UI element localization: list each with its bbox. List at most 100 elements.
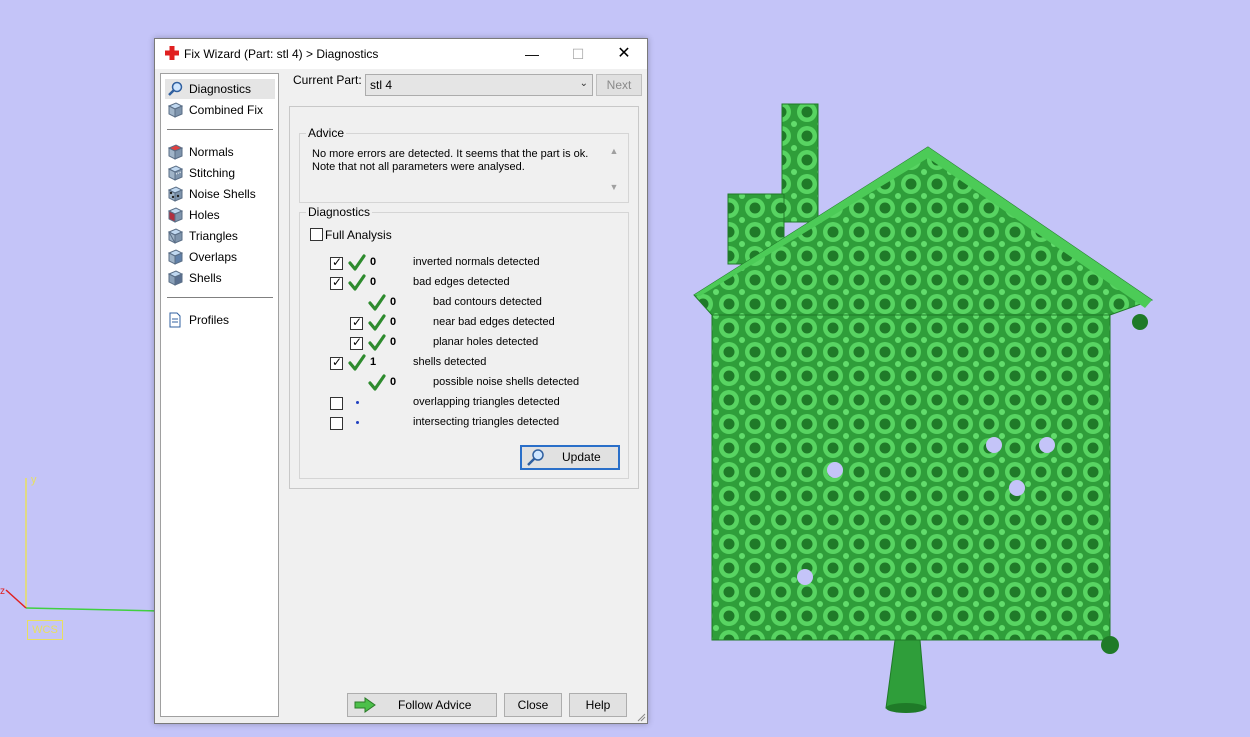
- checkmark-icon: ✓: [332, 255, 343, 269]
- chevron-down-icon: ⌄: [579, 78, 588, 89]
- diagnostic-count: 0: [390, 316, 397, 328]
- title-bar[interactable]: Fix Wizard (Part: stl 4) > Diagnostics —…: [155, 39, 647, 69]
- wcs-label: WCS: [27, 620, 63, 640]
- nav-item-noise-shells[interactable]: Noise Shells: [165, 184, 275, 204]
- nav-item-label: Holes: [189, 208, 220, 222]
- maximize-button[interactable]: ☐: [555, 39, 601, 69]
- red-cross-icon: [165, 46, 179, 60]
- advice-scrollbar[interactable]: ▲ ▼: [607, 146, 621, 192]
- full-analysis-checkbox[interactable]: [310, 228, 323, 241]
- noise-shells-icon: [167, 186, 183, 202]
- checkmark-icon: ✓: [352, 315, 363, 329]
- nav-item-stitching[interactable]: Stitching: [165, 163, 275, 183]
- green-check-icon: [368, 314, 386, 331]
- green-check-icon: [348, 254, 366, 271]
- through-hole: [827, 462, 843, 478]
- green-arrow-icon: [354, 697, 376, 713]
- nav-item-normals[interactable]: Normals: [165, 142, 275, 162]
- pending-dot-icon: [356, 421, 359, 424]
- diagnostic-label: near bad edges detected: [433, 316, 555, 328]
- wizard-navigation: Diagnostics Combined Fix Normals Stitchi…: [160, 73, 279, 717]
- diagnostic-checkbox[interactable]: ✓: [350, 315, 363, 330]
- house-body: [711, 299, 1111, 641]
- cube-normals-icon: [167, 144, 183, 160]
- nav-item-holes[interactable]: Holes: [165, 205, 275, 225]
- document-icon: [169, 312, 181, 328]
- diagnostic-label: overlapping triangles detected: [413, 396, 560, 408]
- close-button[interactable]: Close: [504, 693, 562, 717]
- house-model[interactable]: [690, 100, 1160, 720]
- diagnostic-checkbox[interactable]: ✓: [330, 255, 343, 270]
- diagnostic-row: overlapping triangles detected: [300, 394, 620, 412]
- resize-grip-icon[interactable]: [636, 712, 646, 722]
- advice-group: Advice No more errors are detected. It s…: [299, 126, 629, 203]
- cube-holes-icon: [167, 207, 183, 223]
- full-analysis-label: Full Analysis: [325, 228, 392, 242]
- diagnostic-checkbox[interactable]: ✓: [350, 335, 363, 350]
- scroll-down-icon[interactable]: ▼: [607, 182, 621, 192]
- stand-stem: [885, 639, 927, 709]
- minimize-button[interactable]: —: [509, 39, 555, 69]
- checkmark-icon: ✓: [332, 275, 343, 289]
- diagnostic-row: 0 possible noise shells detected: [300, 374, 620, 392]
- advice-title: Advice: [306, 126, 347, 140]
- nav-item-diagnostics[interactable]: Diagnostics: [165, 79, 275, 99]
- diagnostic-row: ✓ 0 inverted normals detected: [300, 254, 620, 272]
- magnifier-icon: [168, 81, 183, 96]
- diagnostic-row: ✓ 0 bad edges detected: [300, 274, 620, 292]
- current-part-label: Current Part:: [293, 73, 362, 87]
- diagnostic-label: planar holes detected: [433, 336, 539, 348]
- triangles-icon: [167, 228, 183, 244]
- magnifier-icon: [527, 449, 544, 466]
- diagnostic-count: 0: [390, 336, 397, 348]
- nav-item-shells[interactable]: Shells: [165, 268, 275, 288]
- nav-item-label: Normals: [189, 145, 234, 159]
- through-hole: [986, 437, 1002, 453]
- nav-item-overlaps[interactable]: Overlaps: [165, 247, 275, 267]
- help-button[interactable]: Help: [569, 693, 627, 717]
- diagnostic-count: 0: [370, 276, 377, 288]
- next-button[interactable]: Next: [596, 74, 642, 96]
- green-check-icon: [368, 374, 386, 391]
- update-label: Update: [562, 450, 601, 464]
- checkmark-icon: ✓: [352, 335, 363, 349]
- fix-wizard-dialog: Fix Wizard (Part: stl 4) > Diagnostics —…: [154, 38, 648, 724]
- diagnostic-checkbox[interactable]: ✓: [330, 275, 343, 290]
- diagnostic-row: ✓ 0 near bad edges detected: [300, 314, 620, 332]
- advice-text: No more errors are detected. It seems th…: [312, 148, 589, 173]
- nav-item-label: Shells: [189, 271, 222, 285]
- coordinate-axes: y z: [0, 474, 160, 612]
- diagnostic-count: 0: [370, 256, 377, 268]
- nav-item-triangles[interactable]: Triangles: [165, 226, 275, 246]
- diagnostic-label: intersecting triangles detected: [413, 416, 560, 428]
- green-check-icon: [368, 294, 386, 311]
- update-button[interactable]: Update: [520, 445, 620, 470]
- close-window-button[interactable]: ✕: [601, 39, 647, 69]
- nav-item-label: Stitching: [189, 166, 236, 180]
- follow-advice-button[interactable]: Follow Advice: [347, 693, 497, 717]
- diagnostic-row: ✓ 0 planar holes detected: [300, 334, 620, 352]
- chimney: [781, 103, 819, 223]
- nav-item-label: Profiles: [189, 313, 230, 327]
- nav-item-profiles[interactable]: Profiles: [165, 310, 275, 330]
- pending-dot-icon: [356, 401, 359, 404]
- through-hole: [1039, 437, 1055, 453]
- diagnostic-row: ✓ 1 shells detected: [300, 354, 620, 372]
- diagnostic-checkbox[interactable]: [330, 417, 343, 430]
- diagnostic-checkbox[interactable]: [330, 397, 343, 410]
- diagnostic-row: intersecting triangles detected: [300, 414, 620, 432]
- nav-item-combined-fix[interactable]: Combined Fix: [165, 100, 275, 120]
- window-title: Fix Wizard (Part: stl 4) > Diagnostics: [184, 47, 379, 61]
- diagnostic-label: possible noise shells detected: [433, 376, 580, 388]
- diagnostic-label: bad contours detected: [433, 296, 542, 308]
- y-axis-label: y: [31, 474, 37, 486]
- current-part-select[interactable]: stl 4 ⌄: [365, 74, 593, 96]
- shells-icon: [167, 270, 183, 286]
- nav-item-label: Combined Fix: [189, 103, 264, 117]
- diagnostic-label: inverted normals detected: [413, 256, 540, 268]
- diagnostic-label: shells detected: [413, 356, 487, 368]
- diagnostic-checkbox[interactable]: ✓: [330, 355, 343, 370]
- scroll-up-icon[interactable]: ▲: [607, 146, 621, 156]
- diagnostic-row: 0 bad contours detected: [300, 294, 620, 312]
- through-hole: [1009, 480, 1025, 496]
